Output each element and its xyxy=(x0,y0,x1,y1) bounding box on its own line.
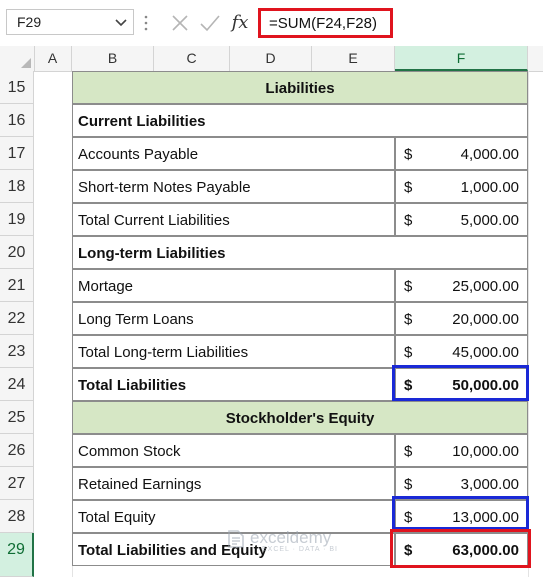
mortage-value[interactable]: $25,000.00 xyxy=(395,269,528,302)
current-liabilities-label[interactable]: Current Liabilities xyxy=(72,104,528,137)
total-long-term-liabilities-value[interactable]: $45,000.00 xyxy=(395,335,528,368)
amount: 1,000.00 xyxy=(460,179,519,196)
column-header-f[interactable]: F xyxy=(395,46,528,71)
amount: 5,000.00 xyxy=(460,212,519,229)
watermark-logo: exceldemy EXCEL · DATA · BI xyxy=(226,526,356,556)
row-header-29[interactable]: 29 xyxy=(0,533,34,577)
column-header-b[interactable]: B xyxy=(72,46,154,71)
watermark-tagline: EXCEL · DATA · BI xyxy=(262,546,338,553)
highlight-total-liabilities xyxy=(392,365,529,401)
stockholders-equity-header[interactable]: Stockholder's Equity xyxy=(72,401,528,434)
column-header-e[interactable]: E xyxy=(312,46,395,71)
short-term-notes-value[interactable]: $1,000.00 xyxy=(395,170,528,203)
row-header-27[interactable]: 27 xyxy=(0,467,34,500)
row-header-23[interactable]: 23 xyxy=(0,335,34,368)
column-header-a[interactable]: A xyxy=(34,46,72,71)
accounts-payable-label[interactable]: Accounts Payable xyxy=(72,137,395,170)
row-header-26[interactable]: 26 xyxy=(0,434,34,467)
common-stock-label[interactable]: Common Stock xyxy=(72,434,395,467)
cancel-icon[interactable] xyxy=(166,9,194,37)
row-header-18[interactable]: 18 xyxy=(0,170,34,203)
currency-symbol: $ xyxy=(404,212,413,229)
column-headers: A B C D E F xyxy=(0,46,543,72)
more-options-icon xyxy=(144,15,148,31)
total-current-liabilities-value[interactable]: $5,000.00 xyxy=(395,203,528,236)
amount: 25,000.00 xyxy=(452,278,519,295)
currency-symbol: $ xyxy=(404,311,413,328)
column-header-c[interactable]: C xyxy=(154,46,230,71)
amount: 4,000.00 xyxy=(460,146,519,163)
formula-input[interactable]: =SUM(F24,F28) xyxy=(258,8,393,38)
amount: 10,000.00 xyxy=(452,443,519,460)
highlight-total-liabilities-and-equity xyxy=(390,529,531,568)
column-header-d[interactable]: D xyxy=(230,46,312,71)
short-term-notes-label[interactable]: Short-term Notes Payable xyxy=(72,170,395,203)
select-all-corner[interactable] xyxy=(0,46,35,71)
row-header-17[interactable]: 17 xyxy=(0,137,34,170)
enter-check-icon[interactable] xyxy=(196,9,224,37)
currency-symbol: $ xyxy=(404,179,413,196)
currency-symbol: $ xyxy=(404,146,413,163)
amount: 20,000.00 xyxy=(452,311,519,328)
insert-function-icon[interactable]: fx xyxy=(226,9,254,37)
row-header-20[interactable]: 20 xyxy=(0,236,34,269)
total-liabilities-label[interactable]: Total Liabilities xyxy=(72,368,395,401)
long-term-loans-value[interactable]: $20,000.00 xyxy=(395,302,528,335)
formula-bar: F29 fx =SUM(F24,F28) xyxy=(0,0,543,47)
long-term-liabilities-label[interactable]: Long-term Liabilities xyxy=(72,236,528,269)
row-header-25[interactable]: 25 xyxy=(0,401,34,434)
retained-earnings-label[interactable]: Retained Earnings xyxy=(72,467,395,500)
chevron-down-icon[interactable] xyxy=(113,13,129,31)
accounts-payable-value[interactable]: $4,000.00 xyxy=(395,137,528,170)
currency-symbol: $ xyxy=(404,278,413,295)
row-header-16[interactable]: 16 xyxy=(0,104,34,137)
total-current-liabilities-label[interactable]: Total Current Liabilities xyxy=(72,203,395,236)
name-box-value: F29 xyxy=(17,14,42,30)
row-header-21[interactable]: 21 xyxy=(0,269,34,302)
formula-text: =SUM(F24,F28) xyxy=(269,15,377,32)
common-stock-value[interactable]: $10,000.00 xyxy=(395,434,528,467)
liabilities-header[interactable]: Liabilities xyxy=(72,71,528,104)
currency-symbol: $ xyxy=(404,443,413,460)
row-header-24[interactable]: 24 xyxy=(0,368,34,401)
row-header-19[interactable]: 19 xyxy=(0,203,34,236)
watermark-name: exceldemy xyxy=(250,528,332,547)
row-header-22[interactable]: 22 xyxy=(0,302,34,335)
row-header-15[interactable]: 15 xyxy=(0,71,34,104)
row-header-28[interactable]: 28 xyxy=(0,500,34,533)
mortage-label[interactable]: Mortage xyxy=(72,269,395,302)
exceldemy-logo-icon xyxy=(228,530,244,548)
name-box[interactable]: F29 xyxy=(6,9,134,35)
long-term-loans-label[interactable]: Long Term Loans xyxy=(72,302,395,335)
total-long-term-liabilities-label[interactable]: Total Long-term Liabilities xyxy=(72,335,395,368)
highlight-total-equity xyxy=(392,496,529,530)
formula-actions: fx xyxy=(160,9,256,37)
